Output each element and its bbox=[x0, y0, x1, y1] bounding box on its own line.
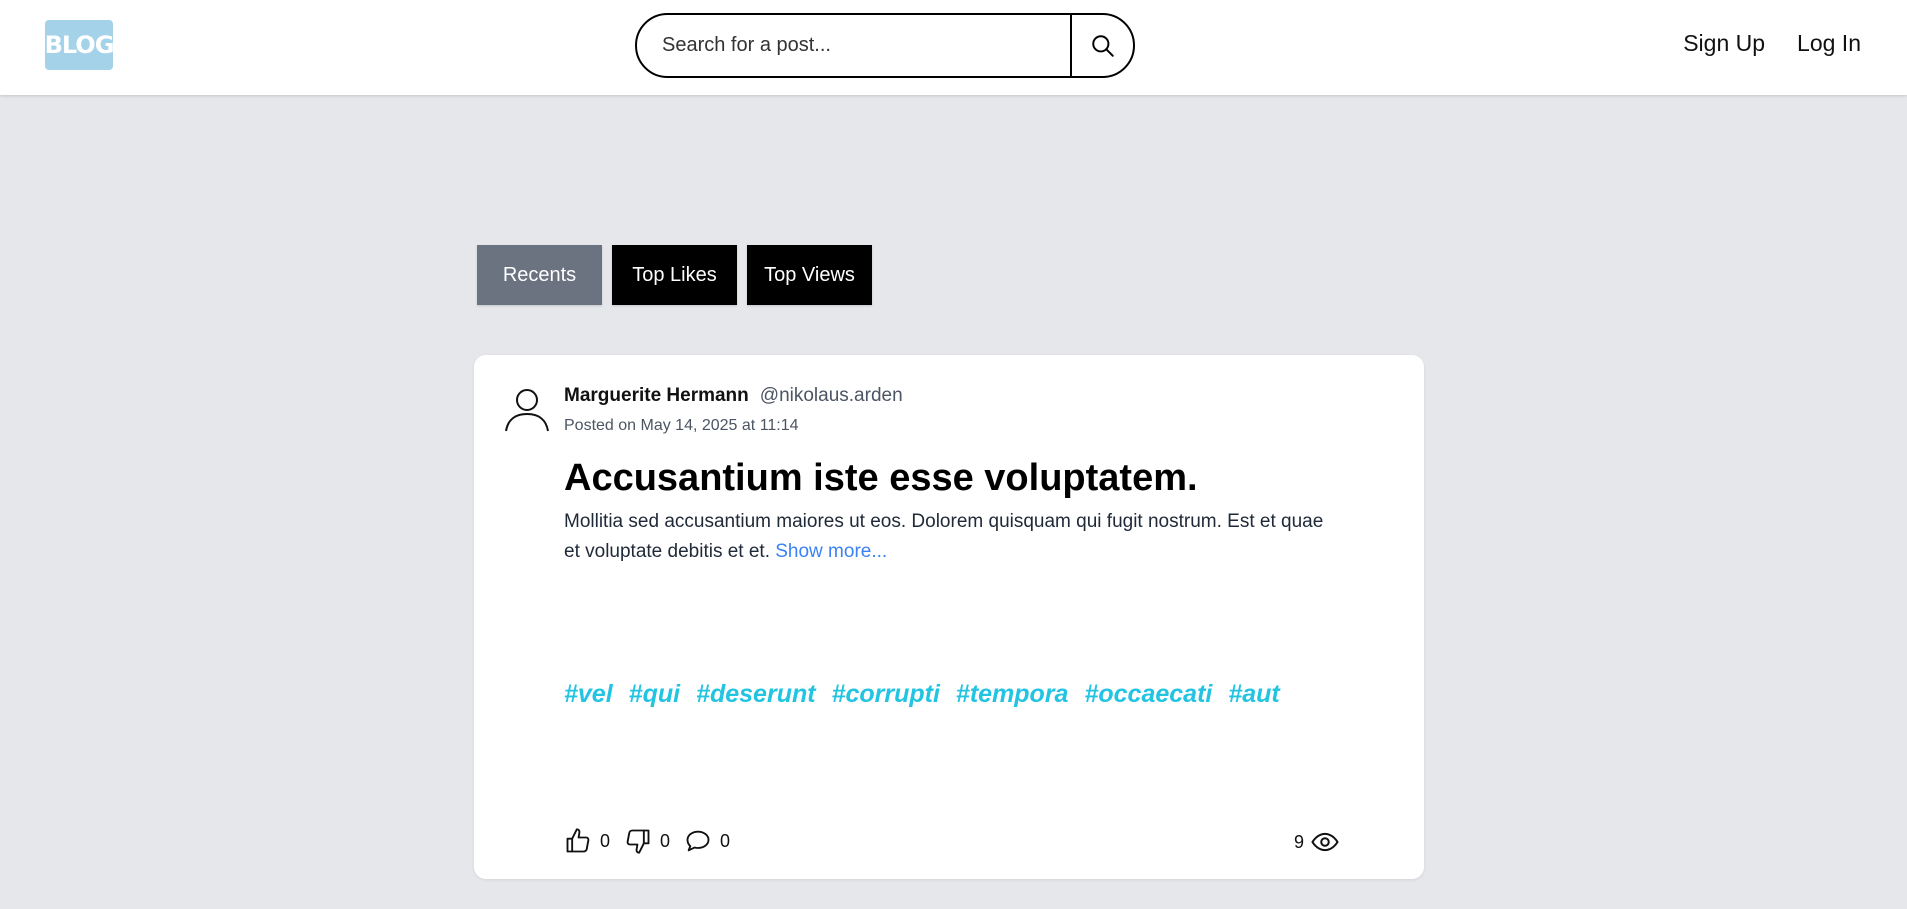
tag-list: #vel #qui #deserunt #corrupti #tempora #… bbox=[564, 680, 1280, 709]
top-header: BLOG Sign Up Log In bbox=[0, 0, 1907, 95]
auth-links: Sign Up Log In bbox=[1683, 30, 1861, 57]
search-button[interactable] bbox=[1070, 15, 1133, 76]
dislike-button[interactable]: 0 bbox=[624, 827, 670, 855]
view-stats: 9 bbox=[1294, 827, 1340, 857]
search-input[interactable] bbox=[637, 15, 1070, 76]
blog-logo[interactable]: BLOG bbox=[45, 20, 114, 70]
dislike-count: 0 bbox=[660, 830, 671, 851]
search-bar bbox=[635, 13, 1135, 78]
like-count: 0 bbox=[600, 830, 611, 851]
tag-link[interactable]: #corrupti bbox=[832, 680, 940, 709]
post-excerpt: Mollitia sed accusantium maiores ut eos.… bbox=[564, 507, 1344, 567]
log-in-link[interactable]: Log In bbox=[1797, 30, 1861, 57]
post-title[interactable]: Accusantium iste esse voluptatem. bbox=[564, 457, 1198, 500]
feed-tabs: Recents Top Likes Top Views bbox=[477, 245, 872, 305]
post-date: Posted on May 14, 2025 at 11:14 bbox=[564, 417, 799, 434]
tag-link[interactable]: #qui bbox=[629, 680, 680, 709]
tab-recents[interactable]: Recents bbox=[477, 245, 602, 305]
excerpt-text: Mollitia sed accusantium maiores ut eos.… bbox=[564, 511, 1324, 562]
author-name[interactable]: Marguerite Hermann bbox=[564, 385, 749, 407]
thumbs-up-icon bbox=[566, 828, 590, 853]
post-card[interactable]: Marguerite Hermann @nikolaus.arden Poste… bbox=[474, 355, 1424, 879]
sign-up-link[interactable]: Sign Up bbox=[1683, 30, 1765, 57]
tag-link[interactable]: #occaecati bbox=[1084, 680, 1212, 709]
view-count: 9 bbox=[1293, 831, 1304, 852]
show-more-link[interactable]: Show more... bbox=[775, 541, 887, 562]
avatar-icon bbox=[505, 389, 549, 432]
comment-button[interactable]: 0 bbox=[684, 827, 730, 855]
comment-count: 0 bbox=[720, 830, 731, 851]
tab-top-likes[interactable]: Top Likes bbox=[612, 245, 737, 305]
tab-top-views[interactable]: Top Views bbox=[747, 245, 872, 305]
tag-link[interactable]: #deserunt bbox=[696, 680, 815, 709]
tag-link[interactable]: #vel bbox=[564, 680, 613, 709]
comment-icon bbox=[686, 830, 710, 852]
tag-link[interactable]: #tempora bbox=[956, 680, 1069, 709]
tag-link[interactable]: #aut bbox=[1228, 680, 1279, 709]
search-icon bbox=[1091, 34, 1114, 57]
post-stats: 0 0 0 bbox=[564, 827, 730, 855]
author-handle: @nikolaus.arden bbox=[759, 385, 903, 406]
eye-icon bbox=[1311, 832, 1339, 852]
like-button[interactable]: 0 bbox=[564, 827, 610, 855]
author-info: Marguerite Hermann @nikolaus.arden bbox=[564, 385, 903, 407]
thumbs-down-icon bbox=[626, 829, 650, 854]
